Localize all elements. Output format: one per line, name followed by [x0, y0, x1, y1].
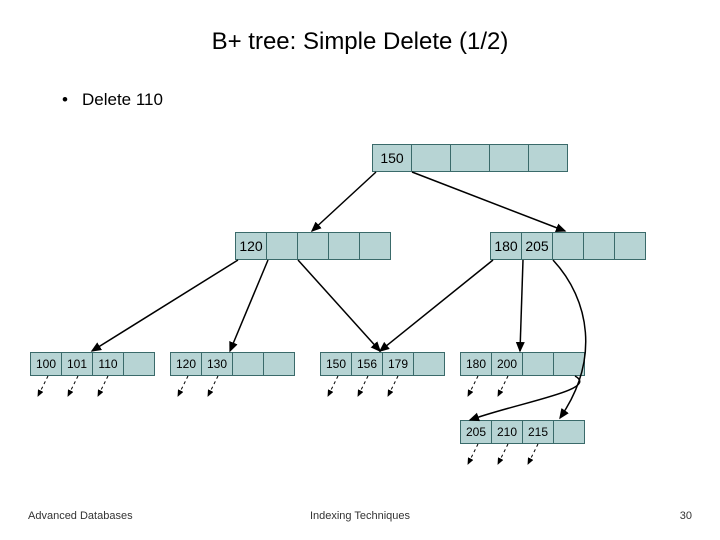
leaf-4-cell-0: 205: [461, 421, 492, 443]
leaf-4-cell-2: 215: [523, 421, 554, 443]
root-cell-0: 150: [373, 145, 412, 171]
leaf-3-cell-0: 180: [461, 353, 492, 375]
leaf-1-cell-2: [233, 353, 264, 375]
leaf-2: 150 156 179: [320, 352, 445, 376]
root-cell-2: [451, 145, 490, 171]
leaf-3-cell-3: [554, 353, 584, 375]
leaf-0-cell-2: 110: [93, 353, 124, 375]
leaf-3-cell-1: 200: [492, 353, 523, 375]
leaf-2-cell-3: [414, 353, 444, 375]
internal-right-cell-2: [553, 233, 584, 259]
slide-number: 30: [680, 510, 692, 522]
internal-right-cell-1: 205: [522, 233, 553, 259]
footer-center: Indexing Techniques: [0, 510, 720, 522]
leaf-0-cell-0: 100: [31, 353, 62, 375]
leaf-4-cell-3: [554, 421, 584, 443]
leaf-4-cell-1: 210: [492, 421, 523, 443]
slide-title: B+ tree: Simple Delete (1/2): [0, 28, 720, 56]
internal-right-cell-3: [584, 233, 615, 259]
root-cell-3: [490, 145, 529, 171]
leaf-1-cell-1: 130: [202, 353, 233, 375]
leaf-3-cell-2: [523, 353, 554, 375]
leaf-2-cell-0: 150: [321, 353, 352, 375]
leaf-0-cell-1: 101: [62, 353, 93, 375]
internal-right-cell-4: [615, 233, 645, 259]
leaf-2-cell-2: 179: [383, 353, 414, 375]
root-node: 150: [372, 144, 568, 172]
internal-right-cell-0: 180: [491, 233, 522, 259]
internal-left-cell-4: [360, 233, 390, 259]
bullet-line: •Delete 110: [58, 90, 163, 110]
internal-right-node: 180 205: [490, 232, 646, 260]
tree-arrows: [0, 0, 720, 540]
root-cell-1: [412, 145, 451, 171]
leaf-0-cell-3: [124, 353, 154, 375]
leaf-1-cell-3: [264, 353, 294, 375]
leaf-0: 100 101 110: [30, 352, 155, 376]
leaf-2-cell-1: 156: [352, 353, 383, 375]
leaf-1: 120 130: [170, 352, 295, 376]
leaf-3: 180 200: [460, 352, 585, 376]
bullet-text: Delete 110: [82, 90, 163, 109]
internal-left-cell-1: [267, 233, 298, 259]
internal-left-cell-3: [329, 233, 360, 259]
leaf-1-cell-0: 120: [171, 353, 202, 375]
internal-left-cell-0: 120: [236, 233, 267, 259]
leaf-4: 205 210 215: [460, 420, 585, 444]
root-cell-4: [529, 145, 567, 171]
internal-left-cell-2: [298, 233, 329, 259]
internal-left-node: 120: [235, 232, 391, 260]
